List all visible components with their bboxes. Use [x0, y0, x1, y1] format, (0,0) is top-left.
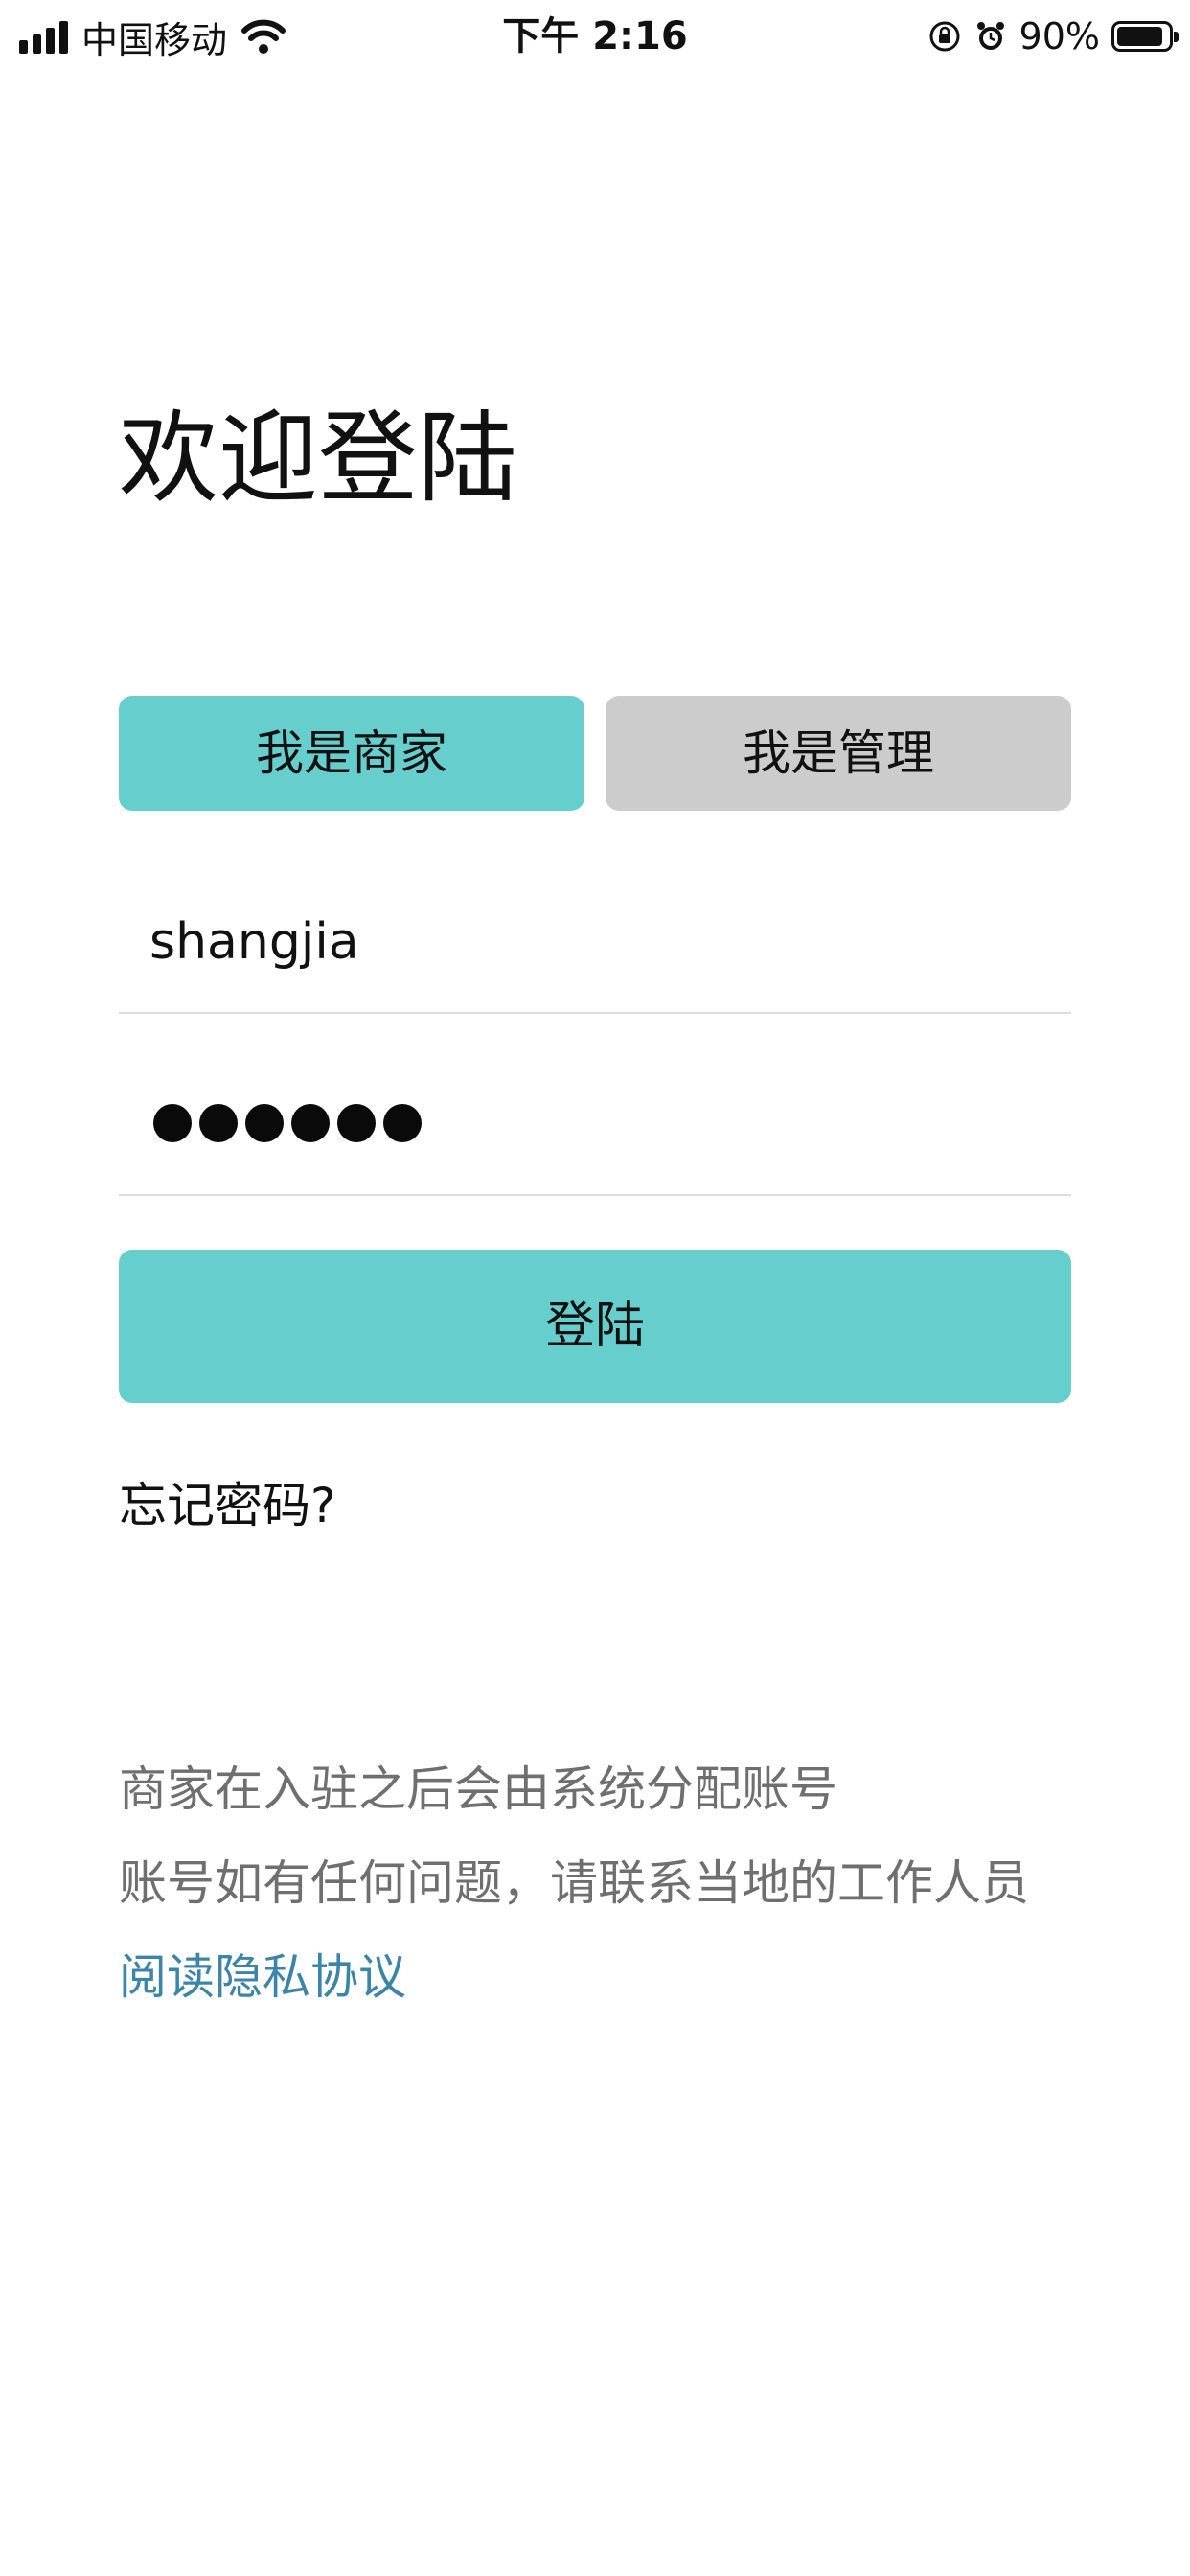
page-title: 欢迎登陆: [119, 400, 518, 517]
role-tabs: 我是商家 我是管理: [119, 696, 1071, 811]
privacy-policy-link[interactable]: 阅读隐私协议: [119, 1944, 406, 2011]
notice-account-assignment: 商家在入驻之后会由系统分配账号: [119, 1761, 837, 1817]
notice-contact-staff: 账号如有任何问题，请联系当地的工作人员: [119, 1855, 1029, 1911]
username-input[interactable]: [149, 872, 1041, 1012]
battery-cap: [1174, 32, 1179, 42]
status-right: 90%: [927, 12, 1179, 61]
password-dot: [153, 1104, 192, 1142]
password-dot: [245, 1104, 284, 1142]
password-dot: [199, 1104, 238, 1142]
forgot-password-link[interactable]: 忘记密码?: [119, 1472, 336, 1539]
password-row[interactable]: [119, 1052, 1071, 1196]
password-dot: [291, 1104, 330, 1142]
battery-icon: [1111, 21, 1179, 52]
tab-admin[interactable]: 我是管理: [606, 696, 1071, 811]
login-button[interactable]: 登陆: [119, 1250, 1071, 1403]
tab-merchant[interactable]: 我是商家: [119, 696, 584, 811]
password-dot: [337, 1104, 376, 1142]
battery-percent: 90%: [1018, 15, 1100, 58]
alarm-icon: [976, 22, 1004, 50]
battery-level: [1117, 27, 1162, 46]
password-input[interactable]: [153, 1052, 422, 1194]
username-row: [119, 872, 1071, 1014]
orientation-lock-icon: [929, 21, 960, 52]
password-dot: [383, 1104, 422, 1142]
status-bar: 中国移动 下午 2:16 90%: [0, 0, 1190, 75]
